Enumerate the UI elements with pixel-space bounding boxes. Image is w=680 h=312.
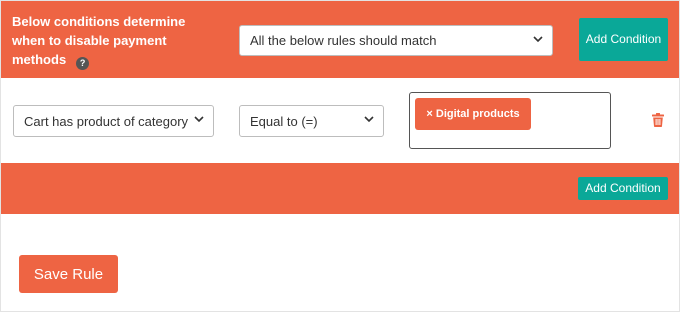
help-icon[interactable]: ? [76,57,90,70]
chevron-down-icon [194,114,204,124]
conditions-heading: Below conditions determine when to disab… [12,12,217,70]
chevron-down-icon [364,114,374,124]
match-mode-select[interactable]: All the below rules should match [239,25,553,56]
add-condition-button-top[interactable]: Add Condition [579,18,668,61]
condition-type-select[interactable]: Cart has product of category [13,105,214,137]
category-tag[interactable]: × Digital products [415,98,531,130]
operator-value: Equal to (=) [250,113,318,129]
category-multiselect[interactable]: × Digital products [409,92,611,149]
save-rule-button[interactable]: Save Rule [19,255,118,293]
conditions-heading-text: Below conditions determine when to disab… [12,14,186,67]
trash-icon[interactable] [652,113,664,127]
condition-type-value: Cart has product of category [24,113,189,129]
match-mode-value: All the below rules should match [250,33,437,48]
chevron-down-icon [533,34,543,44]
operator-select[interactable]: Equal to (=) [239,105,384,137]
add-condition-button-bottom[interactable]: Add Condition [578,177,668,200]
